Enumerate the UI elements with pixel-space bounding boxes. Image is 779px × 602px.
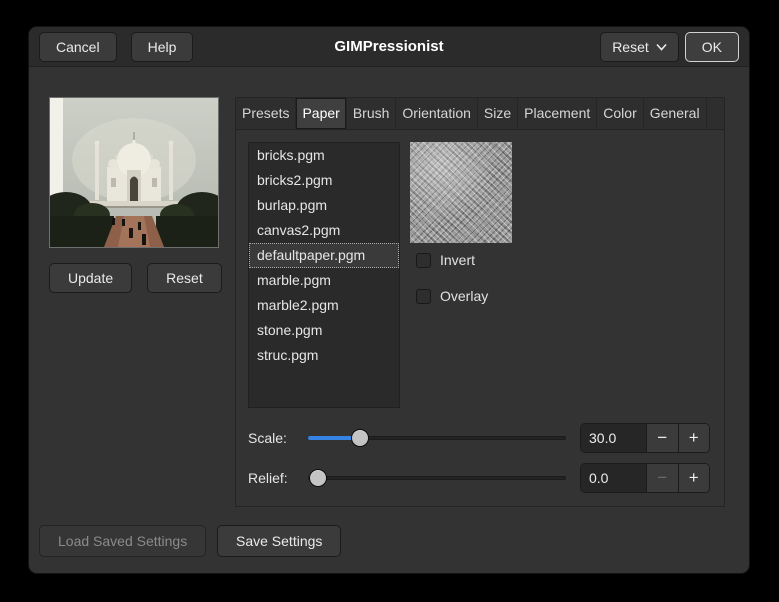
paper-texture-preview xyxy=(410,142,512,243)
paper-list-item[interactable]: burlap.pgm xyxy=(249,193,399,218)
relief-value-entry[interactable]: 0.0 xyxy=(581,464,647,492)
chevron-down-icon xyxy=(656,43,667,51)
paper-list-item[interactable]: marble2.pgm xyxy=(249,293,399,318)
plus-icon: + xyxy=(689,428,699,447)
reset-dropdown-button[interactable]: Reset xyxy=(600,32,679,62)
tab-orientation[interactable]: Orientation xyxy=(396,98,477,129)
gimpressionist-dialog: GIMPressionist Cancel Help Reset OK xyxy=(28,26,750,574)
ok-button[interactable]: OK xyxy=(685,32,739,62)
paper-list-item[interactable]: stone.pgm xyxy=(249,318,399,343)
scale-decrement-button[interactable]: − xyxy=(647,424,678,452)
overlay-option: Overlay xyxy=(416,288,488,304)
update-button[interactable]: Update xyxy=(49,263,132,293)
preview-reset-button[interactable]: Reset xyxy=(147,263,222,293)
tab-bar: Presets Paper Brush Orientation Size Pla… xyxy=(236,98,724,130)
paper-list-item[interactable]: struc.pgm xyxy=(249,343,399,368)
footer-load: Load Saved Settings xyxy=(39,525,206,557)
image-preview xyxy=(49,97,219,248)
relief-increment-button[interactable]: + xyxy=(678,464,710,492)
paper-list-item[interactable]: canvas2.pgm xyxy=(249,218,399,243)
plus-icon: + xyxy=(689,468,699,487)
tab-placement[interactable]: Placement xyxy=(518,98,597,129)
relief-spinbox: 0.0 − + xyxy=(580,463,710,493)
scale-slider[interactable] xyxy=(308,429,566,447)
taj-mahal-preview-image xyxy=(50,98,218,247)
screen-background: GIMPressionist Cancel Help Reset OK xyxy=(0,0,779,602)
scale-slider-handle[interactable] xyxy=(351,429,369,447)
tab-brush[interactable]: Brush xyxy=(347,98,397,129)
tab-paper[interactable]: Paper xyxy=(296,98,346,129)
help-button[interactable]: Help xyxy=(131,32,194,62)
relief-slider-track[interactable] xyxy=(308,476,566,480)
settings-notebook: Presets Paper Brush Orientation Size Pla… xyxy=(235,97,725,507)
invert-option: Invert xyxy=(416,252,475,268)
overlay-checkbox[interactable] xyxy=(416,289,431,304)
relief-slider-handle[interactable] xyxy=(309,469,327,487)
invert-checkbox-label: Invert xyxy=(440,252,475,268)
tab-color[interactable]: Color xyxy=(597,98,643,129)
scale-row: Scale: 30.0 − + xyxy=(248,423,710,453)
paper-list-item[interactable]: bricks2.pgm xyxy=(249,168,399,193)
tab-size[interactable]: Size xyxy=(478,98,518,129)
minus-icon: − xyxy=(657,428,667,447)
preview-buttons: Update Reset xyxy=(49,263,222,293)
relief-slider[interactable] xyxy=(308,469,566,487)
relief-decrement-button[interactable]: − xyxy=(647,464,678,492)
tab-general[interactable]: General xyxy=(644,98,707,129)
paper-file-list: bricks.pgm bricks2.pgm burlap.pgm canvas… xyxy=(248,142,400,408)
paper-list-item[interactable]: marble.pgm xyxy=(249,268,399,293)
save-settings-button[interactable]: Save Settings xyxy=(217,525,341,557)
scale-label: Scale: xyxy=(248,430,300,446)
paper-list-item[interactable]: bricks.pgm xyxy=(249,143,399,168)
scale-value-entry[interactable]: 30.0 xyxy=(581,424,647,452)
load-saved-settings-button[interactable]: Load Saved Settings xyxy=(39,525,206,557)
paper-list-item-selected[interactable]: defaultpaper.pgm xyxy=(249,243,399,268)
scale-increment-button[interactable]: + xyxy=(678,424,710,452)
invert-checkbox[interactable] xyxy=(416,253,431,268)
reset-dropdown-label: Reset xyxy=(612,38,649,56)
scale-spinbox: 30.0 − + xyxy=(580,423,710,453)
relief-row: Relief: 0.0 − + xyxy=(248,463,710,493)
minus-icon: − xyxy=(657,468,667,487)
header-right-buttons: Reset OK xyxy=(600,32,739,62)
cancel-button[interactable]: Cancel xyxy=(39,32,117,62)
tab-presets[interactable]: Presets xyxy=(236,98,296,129)
overlay-checkbox-label: Overlay xyxy=(440,288,488,304)
header-left-buttons: Cancel Help xyxy=(39,32,193,62)
footer-save: Save Settings xyxy=(217,525,341,557)
header-bar: GIMPressionist Cancel Help Reset OK xyxy=(29,27,749,67)
relief-label: Relief: xyxy=(248,470,300,486)
